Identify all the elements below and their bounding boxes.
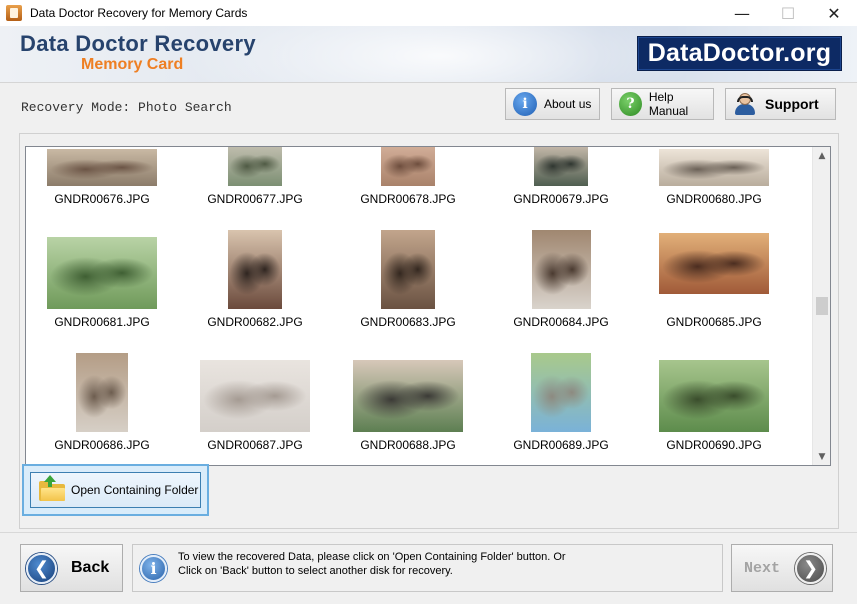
help-manual-button[interactable]: ? Help Manual bbox=[611, 88, 714, 120]
photo-thumbnail[interactable] bbox=[659, 360, 769, 432]
maximize-button[interactable]: ☐ bbox=[765, 0, 811, 26]
info-line-2: Click on 'Back' button to select another… bbox=[178, 565, 453, 577]
thumbnail-caption: GNDR00685.JPG bbox=[666, 315, 762, 329]
photo-thumbnail[interactable] bbox=[47, 149, 157, 186]
photo-thumbnail[interactable] bbox=[659, 149, 769, 186]
help-icon: ? bbox=[619, 92, 642, 116]
window-controls: — ☐ ✕ bbox=[719, 0, 857, 26]
photo-thumbnail[interactable] bbox=[228, 230, 282, 309]
bottom-divider bbox=[0, 532, 857, 533]
back-label: Back bbox=[71, 559, 110, 576]
brand-subtitle: Memory Card bbox=[81, 56, 184, 73]
thumbnail-grid[interactable]: GNDR00676.JPG GNDR00677.JPG GNDR00678.JPG G… bbox=[25, 146, 831, 466]
info-message-box: i To view the recovered Data, please cli… bbox=[132, 544, 723, 592]
thumbnail-caption: GNDR00681.JPG bbox=[54, 315, 150, 329]
header-banner: Data Doctor Recovery Memory Card DataDoc… bbox=[0, 26, 857, 82]
toolbar: Recovery Mode: Photo Search i About us ?… bbox=[0, 82, 857, 126]
photo-thumbnail[interactable] bbox=[353, 360, 463, 432]
thumbnail-caption: GNDR00687.JPG bbox=[207, 438, 303, 452]
photo-thumbnail[interactable] bbox=[47, 237, 157, 309]
photo-thumbnail[interactable] bbox=[531, 353, 591, 432]
vertical-scrollbar[interactable]: ▲ ▼ bbox=[812, 147, 830, 465]
help-manual-label: Help Manual bbox=[648, 90, 689, 118]
thumbnail-caption: GNDR00678.JPG bbox=[360, 192, 456, 206]
next-label: Next bbox=[744, 559, 781, 577]
support-button[interactable]: Support bbox=[725, 88, 836, 120]
thumbnail-caption: GNDR00676.JPG bbox=[54, 192, 150, 206]
thumbnail-caption: GNDR00677.JPG bbox=[207, 192, 303, 206]
thumbnail-caption: GNDR00683.JPG bbox=[360, 315, 456, 329]
back-button[interactable]: ❮ Back bbox=[20, 544, 123, 592]
photo-thumbnail[interactable] bbox=[381, 230, 435, 309]
next-button[interactable]: Next ❯ bbox=[731, 544, 833, 592]
brand-title: Data Doctor Recovery bbox=[20, 31, 256, 56]
thumbnail-caption: GNDR00680.JPG bbox=[666, 192, 762, 206]
back-arrow-icon: ❮ bbox=[26, 552, 57, 584]
info-icon: i bbox=[513, 92, 537, 116]
open-containing-folder-button[interactable]: Open Containing Folder bbox=[30, 472, 201, 508]
photo-thumbnail[interactable] bbox=[532, 230, 591, 309]
close-button[interactable]: ✕ bbox=[811, 0, 857, 26]
photo-thumbnail[interactable] bbox=[228, 147, 282, 186]
scroll-up-arrow-icon[interactable]: ▲ bbox=[813, 147, 831, 164]
info-icon: i bbox=[140, 555, 167, 582]
scroll-down-arrow-icon[interactable]: ▼ bbox=[813, 448, 831, 465]
title-bar: Data Doctor Recovery for Memory Cards — … bbox=[0, 0, 857, 26]
info-message: To view the recovered Data, please click… bbox=[178, 550, 566, 578]
datadoctor-logo[interactable]: DataDoctor.org bbox=[637, 36, 842, 71]
window-title: Data Doctor Recovery for Memory Cards bbox=[30, 6, 248, 20]
thumbnail-caption: GNDR00682.JPG bbox=[207, 315, 303, 329]
next-arrow-icon: ❯ bbox=[795, 552, 827, 584]
thumbnail-caption: GNDR00690.JPG bbox=[666, 438, 762, 452]
thumbnail-caption: GNDR00679.JPG bbox=[513, 192, 609, 206]
support-label: Support bbox=[765, 96, 819, 112]
photo-thumbnail[interactable] bbox=[200, 360, 310, 432]
thumbnail-caption: GNDR00684.JPG bbox=[513, 315, 609, 329]
photo-thumbnail[interactable] bbox=[534, 147, 588, 186]
scrollbar-thumb[interactable] bbox=[816, 297, 828, 315]
photo-thumbnail[interactable] bbox=[76, 353, 128, 432]
thumbnail-caption: GNDR00686.JPG bbox=[54, 438, 150, 452]
photo-thumbnail[interactable] bbox=[659, 233, 769, 294]
info-line-1: To view the recovered Data, please click… bbox=[178, 551, 566, 563]
recovery-mode-label: Recovery Mode: Photo Search bbox=[21, 100, 232, 115]
folder-icon bbox=[39, 475, 65, 501]
thumbnail-caption: GNDR00689.JPG bbox=[513, 438, 609, 452]
about-us-label: About us bbox=[544, 97, 592, 111]
open-folder-focus-frame: Open Containing Folder bbox=[22, 464, 209, 516]
photo-thumbnail[interactable] bbox=[381, 147, 435, 186]
minimize-button[interactable]: — bbox=[719, 0, 765, 26]
about-us-button[interactable]: i About us bbox=[505, 88, 600, 120]
support-agent-icon bbox=[734, 92, 756, 116]
open-folder-label: Open Containing Folder bbox=[71, 483, 199, 497]
app-icon bbox=[6, 5, 22, 21]
thumbnail-caption: GNDR00688.JPG bbox=[360, 438, 456, 452]
